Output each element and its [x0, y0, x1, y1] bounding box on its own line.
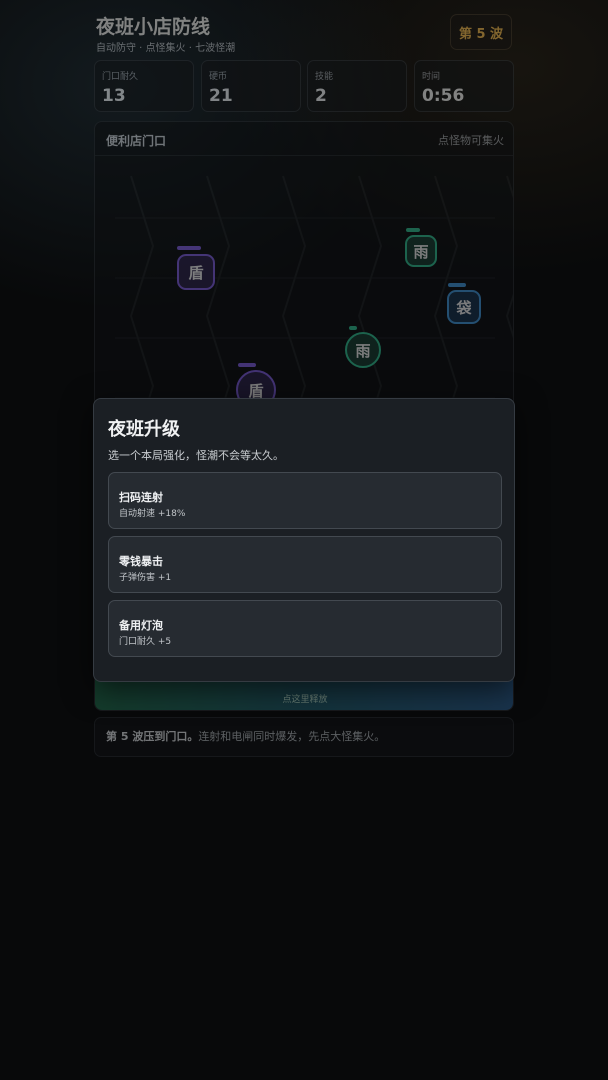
choice-name: 零钱暴击 [119, 555, 163, 568]
stat-label: 门口耐久 [102, 72, 139, 82]
stat-skills: 技能 2 [307, 60, 407, 112]
skill-release-button[interactable]: 点这里释放 [95, 677, 513, 710]
upgrade-choice-spare-bulb[interactable]: 备用灯泡 门口耐久 +5 [108, 600, 502, 657]
upgrade-modal: 夜班升级 选一个本局强化，怪潮不会等太久。 扫码连射 自动射速 +18% 零钱暴… [93, 398, 515, 682]
choice-name: 扫码连射 [119, 491, 163, 504]
wave-tip-bold: 第 5 波压到门口。 [106, 730, 199, 743]
header: 夜班小店防线 自动防守 · 点怪集火 · 七波怪潮 第 5 波 [94, 10, 514, 58]
choice-desc: 自动射速 +18% [119, 509, 186, 519]
game-subtitle: 自动防守 · 点怪集火 · 七波怪潮 [96, 43, 236, 54]
game-screen: 夜班小店防线 自动防守 · 点怪集火 · 七波怪潮 第 5 波 门口耐久 13 … [94, 10, 514, 757]
stat-coins: 硬币 21 [201, 60, 301, 112]
enemy-glyph: 雨 [355, 341, 371, 360]
enemy-bag[interactable]: 袋 [447, 290, 481, 324]
upgrade-choice-rapid-fire[interactable]: 扫码连射 自动射速 +18% [108, 472, 502, 529]
enemy-rain[interactable]: 雨 [405, 235, 437, 267]
enemy-health-bar [448, 283, 466, 287]
stat-value: 21 [209, 86, 233, 106]
stat-door-durability: 门口耐久 13 [94, 60, 194, 112]
modal-title: 夜班升级 [108, 419, 180, 440]
wave-tip-text: 连射和电闸同时爆发，先点大怪集火。 [198, 730, 386, 743]
stat-value: 13 [102, 86, 126, 106]
enemy-glyph: 雨 [413, 242, 429, 261]
stat-value: 0:56 [422, 86, 465, 106]
stat-time: 时间 0:56 [414, 60, 514, 112]
stat-value: 2 [315, 86, 327, 106]
choice-name: 备用灯泡 [119, 619, 163, 632]
stats-bar: 门口耐久 13 硬币 21 技能 2 时间 0:56 [94, 60, 514, 112]
modal-subtitle: 选一个本局强化，怪潮不会等太久。 [108, 449, 284, 462]
wave-badge: 第 5 波 [450, 14, 512, 50]
enemy-health-bar [238, 363, 256, 367]
stat-label: 时间 [422, 72, 441, 82]
choice-desc: 门口耐久 +5 [119, 637, 172, 647]
enemy-glyph: 盾 [188, 263, 204, 282]
enemy-glyph: 袋 [456, 298, 472, 317]
wave-tip: 第 5 波压到门口。连射和电闸同时爆发，先点大怪集火。 [94, 717, 514, 757]
enemy-health-bar [406, 228, 420, 232]
stat-label: 技能 [315, 72, 334, 82]
choice-desc: 子弹伤害 +1 [119, 573, 172, 583]
upgrade-choice-crit[interactable]: 零钱暴击 子弹伤害 +1 [108, 536, 502, 593]
arena-header: 便利店门口 点怪物可集火 [95, 122, 513, 156]
enemy-shield[interactable]: 盾 [177, 254, 215, 290]
stat-label: 硬币 [209, 72, 228, 82]
skill-release-label: 点这里释放 [282, 695, 328, 705]
arena-title: 便利店门口 [106, 134, 167, 148]
game-title: 夜班小店防线 [96, 16, 211, 38]
arena-hint: 点怪物可集火 [438, 134, 504, 147]
enemy-health-bar [177, 246, 201, 250]
enemy-rain[interactable]: 雨 [345, 332, 381, 368]
enemy-health-bar [349, 326, 357, 330]
